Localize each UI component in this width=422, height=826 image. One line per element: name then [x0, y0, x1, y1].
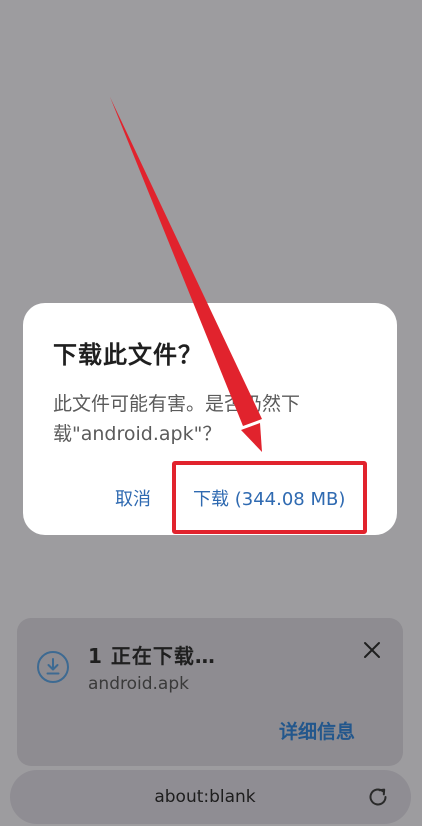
annotation-arrow — [110, 97, 262, 452]
annotation-highlight-box — [172, 461, 367, 534]
